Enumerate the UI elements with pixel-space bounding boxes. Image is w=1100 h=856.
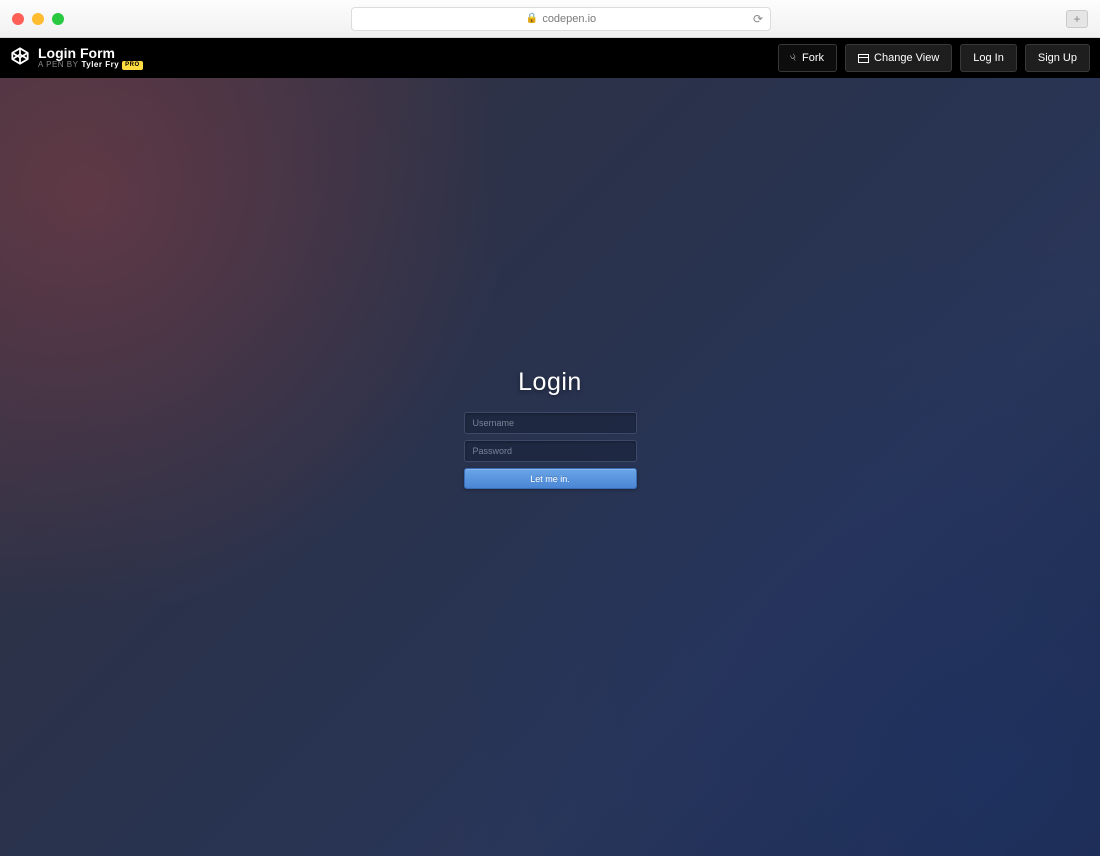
login-form: Login Let me in.: [460, 368, 640, 489]
pen-title: Login Form: [38, 46, 143, 61]
codepen-logo-icon: [10, 46, 30, 71]
password-input[interactable]: [464, 440, 637, 462]
new-tab-button[interactable]: +: [1066, 10, 1088, 28]
change-view-button[interactable]: Change View: [845, 44, 952, 72]
lock-icon: 🔒: [526, 13, 538, 24]
codepen-header: Login Form A PEN BY Tyler Fry PRO ⑂ Fork…: [0, 38, 1100, 78]
login-heading: Login: [518, 368, 582, 397]
browser-toolbar: 🔒 codepen.io ⟳ +: [0, 0, 1100, 38]
log-in-button[interactable]: Log In: [960, 44, 1017, 72]
window-controls: [12, 13, 64, 25]
minimize-window-button[interactable]: [32, 13, 44, 25]
reload-icon[interactable]: ⟳: [753, 12, 763, 26]
close-window-button[interactable]: [12, 13, 24, 25]
layout-icon: [858, 54, 869, 63]
pen-author[interactable]: Tyler Fry: [81, 61, 119, 70]
sign-up-button[interactable]: Sign Up: [1025, 44, 1090, 72]
pen-preview: Login Let me in.: [0, 78, 1100, 856]
maximize-window-button[interactable]: [52, 13, 64, 25]
address-bar[interactable]: 🔒 codepen.io ⟳: [351, 7, 771, 31]
address-url: codepen.io: [542, 13, 596, 25]
fork-button[interactable]: ⑂ Fork: [778, 44, 837, 72]
pen-byline: A PEN BY Tyler Fry PRO: [38, 61, 143, 70]
submit-button[interactable]: Let me in.: [464, 468, 637, 489]
fork-icon: ⑂: [789, 52, 800, 65]
username-input[interactable]: [464, 412, 637, 434]
pro-badge: PRO: [122, 61, 143, 70]
